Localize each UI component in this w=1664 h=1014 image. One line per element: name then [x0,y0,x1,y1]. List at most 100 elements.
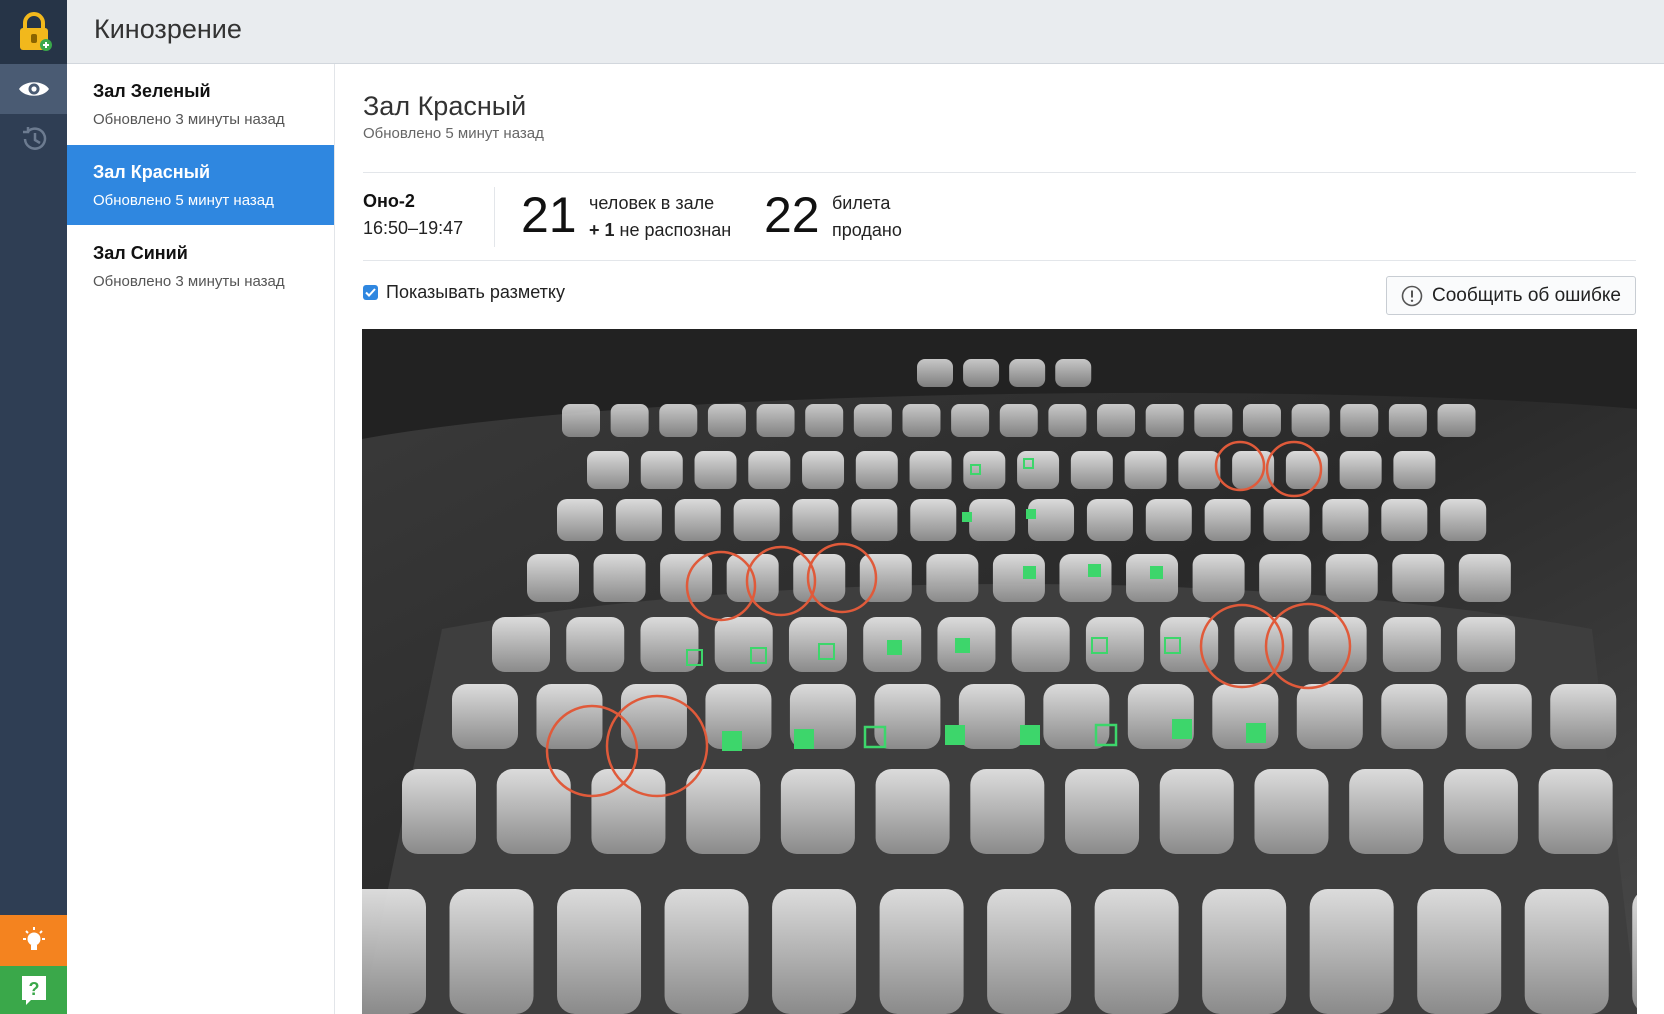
seat [640,451,683,489]
seat [1204,499,1251,541]
seat [853,404,892,437]
seat [1192,554,1245,602]
seat [492,617,550,672]
seat [1009,359,1046,387]
seat [659,404,698,437]
seat [593,554,646,602]
hall-item-green[interactable]: Зал Зеленый Обновлено 3 минуты назад [67,64,334,144]
seat [910,499,957,541]
seat [1070,451,1113,489]
seat [1127,684,1194,749]
recognized-marker [1172,719,1192,739]
recognized-marker [887,640,902,655]
seat [1160,617,1219,672]
people-count: 21 [521,187,577,243]
hall-updated: Обновлено 5 минут назад [93,192,274,209]
tip-button[interactable] [0,915,67,966]
seat [1393,451,1436,489]
recognized-marker [955,638,970,653]
tickets-sold-label: продано [832,220,902,240]
seat [805,404,844,437]
nav-history[interactable] [0,114,67,164]
seat [1145,404,1184,437]
seat [1124,451,1167,489]
seat [1065,769,1140,854]
seat [1458,554,1511,602]
seat [963,451,1006,489]
seat [958,684,1025,749]
seat [1296,684,1363,749]
seat [793,554,846,602]
seat [1085,617,1144,672]
seat [1094,889,1179,1014]
seat [917,359,953,387]
seat [1322,499,1369,541]
seat [1159,769,1234,854]
seat [1349,769,1424,854]
seat [1308,617,1367,672]
app-logo[interactable] [0,0,67,64]
app-header: Кинозрение [67,0,1664,64]
seat [1465,684,1532,749]
tickets-count: 22 [764,187,820,243]
seat [452,684,518,749]
session-time: 16:50–19:47 [363,218,464,238]
seat [1011,617,1070,672]
seat [1325,554,1378,602]
divider [363,172,1636,173]
hall-name: Зал Зеленый [93,81,211,101]
seat [615,499,662,541]
seat [1178,451,1221,489]
seat [1097,404,1136,437]
report-error-button[interactable]: Сообщить об ошибке [1386,276,1636,315]
show-markup-toggle[interactable]: Показывать разметку [363,280,565,304]
seat [1017,451,1060,489]
seat [1417,889,1502,1014]
unrecognized-count: + 1 [589,220,615,240]
recognized-marker [1088,564,1101,577]
seat [733,499,780,541]
unrecognized-text: не распознан [619,220,732,240]
seat [1457,617,1516,672]
seat [1339,451,1382,489]
history-icon [22,127,46,150]
hall-item-blue[interactable]: Зал Синий Обновлено 3 минуты назад [67,226,334,306]
seat [1381,684,1448,749]
seat [802,451,845,489]
checkbox[interactable] [363,284,378,300]
seat [640,617,699,672]
recognized-marker [945,725,965,745]
seat [987,889,1072,1014]
seat [772,889,857,1014]
seat [855,451,898,489]
recognized-marker [722,731,742,751]
seat [1194,404,1233,437]
divider [363,260,1636,261]
seat [610,404,649,437]
seat [449,889,534,1014]
unrecognized-label: + 1 не распознан [589,220,731,241]
hall-name: Зал Синий [93,243,188,263]
recognized-marker [1246,723,1266,743]
seat [686,769,761,854]
seat [1291,404,1330,437]
recognized-marker [1023,566,1036,579]
seat [557,499,603,541]
seat [1382,617,1441,672]
seat [1440,499,1487,541]
seat [970,769,1045,854]
help-button[interactable]: ? [0,966,67,1014]
seat [1550,684,1617,749]
page-title: Зал Красный [363,91,527,121]
hall-item-red[interactable]: Зал Красный Обновлено 5 минут назад [67,145,334,225]
seat [1437,404,1476,437]
seat [1145,499,1192,541]
seat [1443,769,1518,854]
seat [1340,404,1379,437]
lock-plus-icon [19,12,52,51]
seat [1212,684,1279,749]
seat [1392,554,1445,602]
nav-monitoring[interactable] [0,64,67,114]
seat [664,889,749,1014]
seat [1632,894,1637,1009]
